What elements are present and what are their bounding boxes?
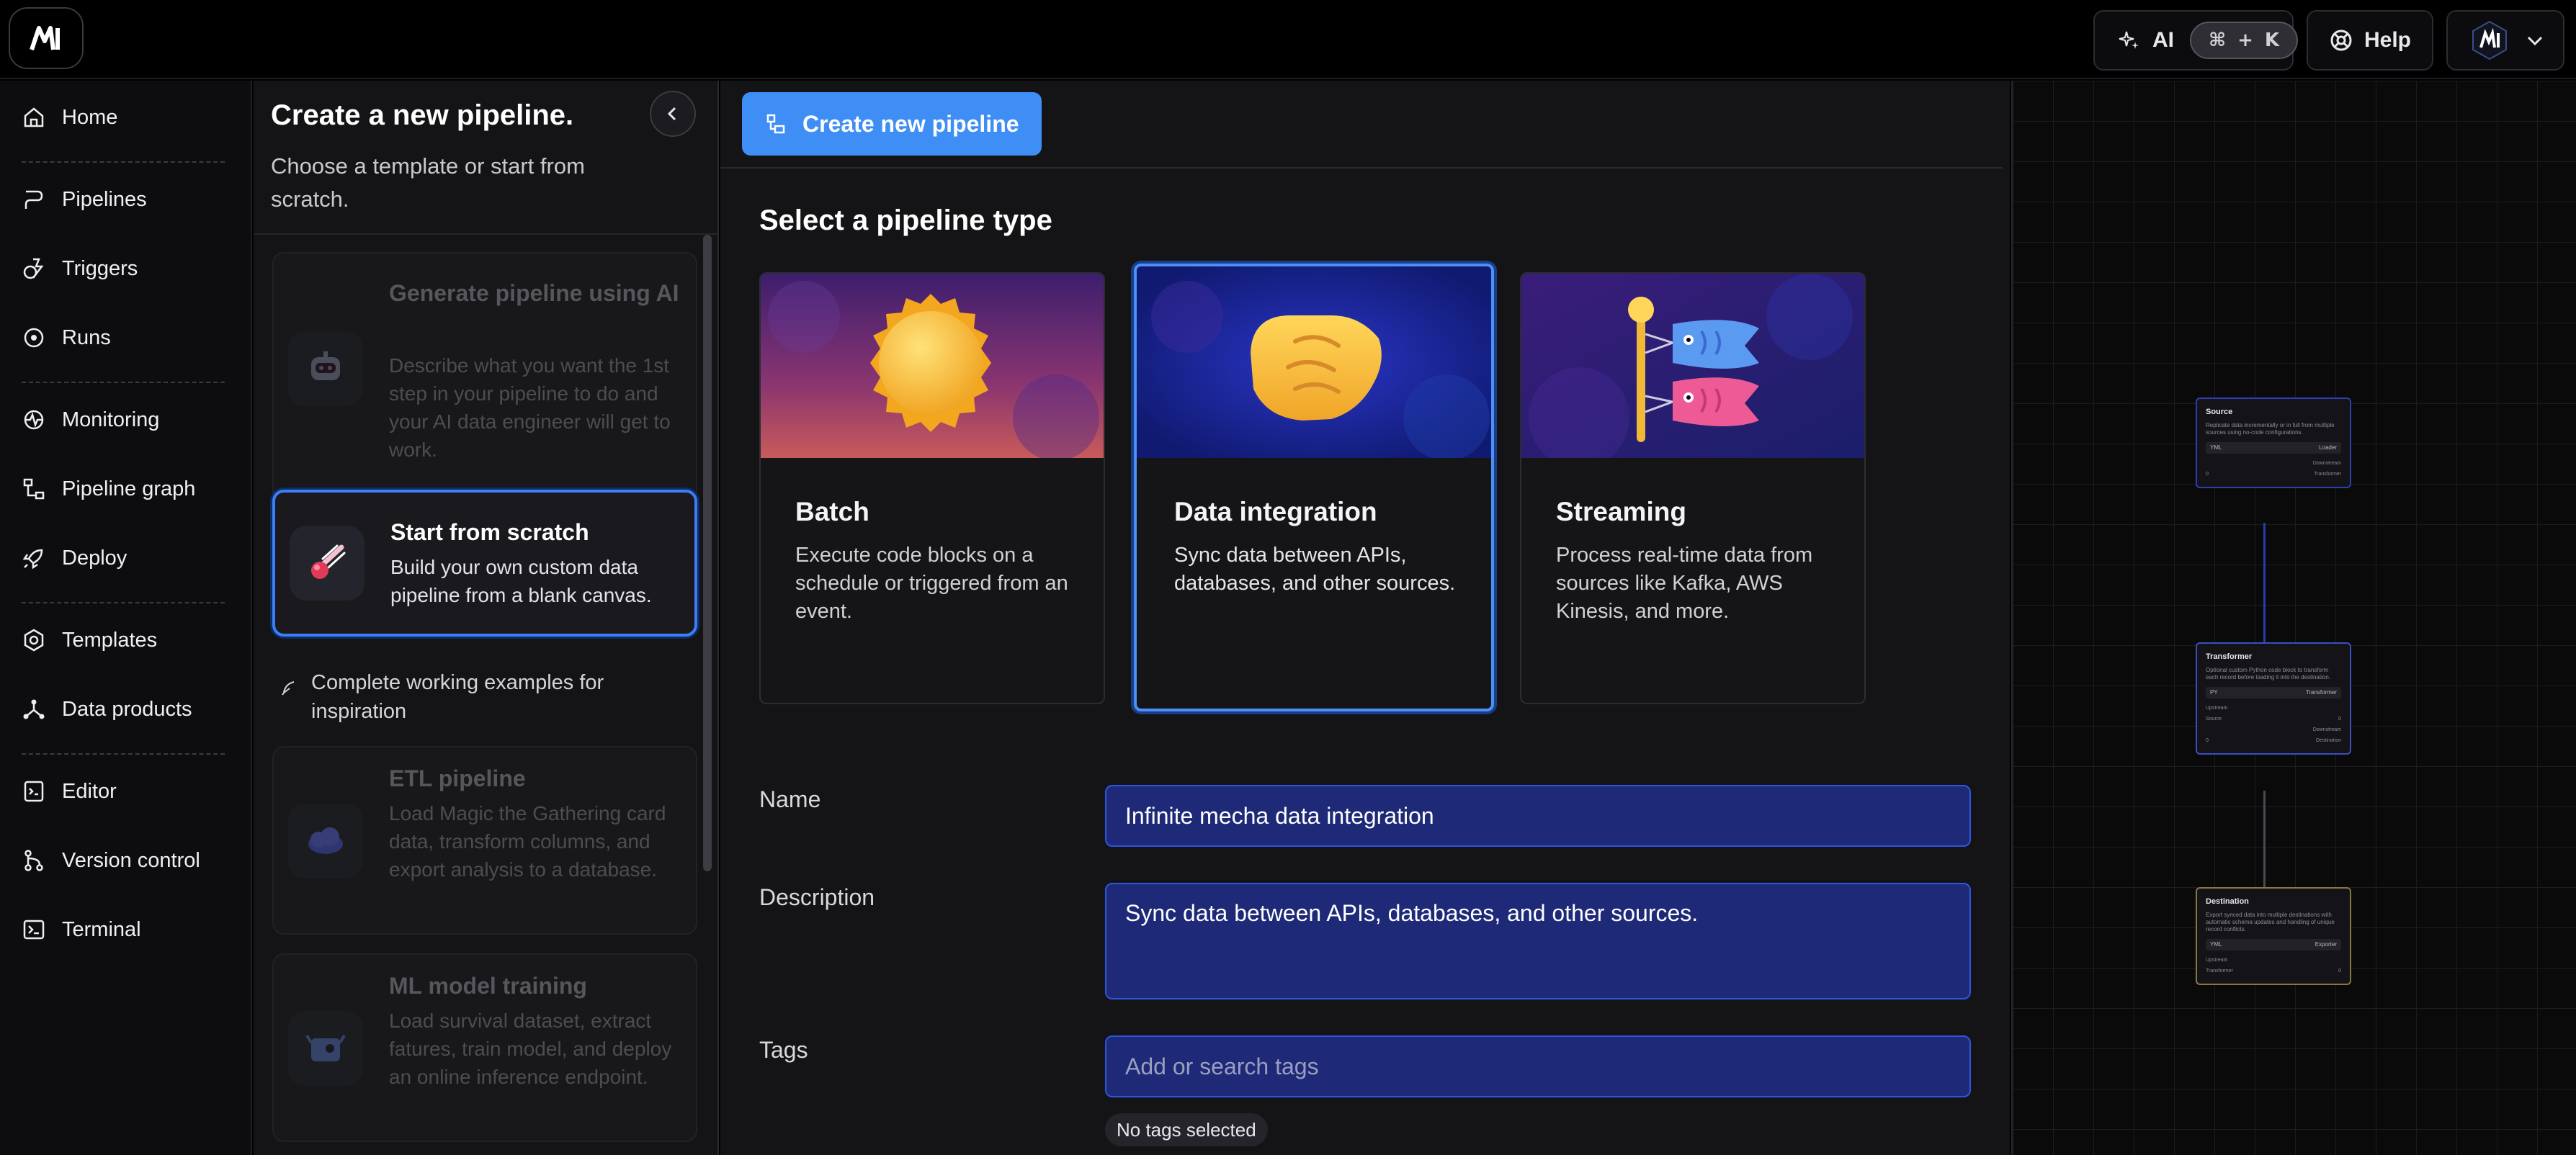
collapse-panel-button[interactable] — [650, 91, 696, 137]
rocket-icon — [22, 546, 46, 570]
template-description: Describe what you want the 1st step in y… — [389, 354, 671, 461]
nav-item-pipelines[interactable]: Pipelines — [22, 187, 147, 212]
description-input[interactable]: Sync data between APIs, databases, and o… — [1105, 883, 1971, 999]
feather-icon — [279, 668, 297, 726]
nav-divider — [22, 753, 225, 755]
template-title: Start from scratch — [390, 519, 589, 545]
robot-icon — [288, 331, 363, 406]
graph-node-source[interactable]: Source Replicate data incrementally or i… — [2196, 397, 2351, 488]
left-nav: Home Pipelines Triggers Runs Monitoring … — [0, 81, 252, 1155]
nav-item-data-products[interactable]: Data products — [22, 697, 192, 722]
version-control-icon — [22, 848, 46, 873]
pipeline-type-description: Process real-time data from sources like… — [1556, 544, 1813, 623]
panel-subtitle: Choose a template or start from scratch. — [271, 153, 585, 212]
pipeline-type-name: Data integration — [1174, 497, 1377, 526]
terminal-icon — [22, 917, 46, 942]
template-description: Build your own custom data pipeline from… — [390, 556, 652, 606]
nav-item-monitoring[interactable]: Monitoring — [22, 408, 159, 432]
nav-divider — [22, 161, 225, 163]
nav-item-runs[interactable]: Runs — [22, 325, 111, 350]
pipeline-type-batch[interactable]: Batch Execute code blocks on a schedule … — [759, 272, 1105, 704]
pipeline-type-name: Batch — [795, 497, 869, 526]
panel-title: Create a new pipeline. — [271, 99, 574, 131]
graph-node-destination[interactable]: Destination Export synced data into mult… — [2196, 887, 2351, 985]
description-label: Description — [759, 884, 875, 910]
template-description: Load Magic the Gathering card data, tran… — [389, 802, 666, 881]
help-icon — [2330, 29, 2353, 52]
nav-item-editor[interactable]: Editor — [22, 779, 117, 804]
nav-divider — [22, 382, 225, 383]
template-start-from-scratch[interactable]: Start from scratch Build your own custom… — [272, 490, 697, 637]
pipeline-blocks-icon — [765, 113, 787, 135]
no-tags-selected-badge: No tags selected — [1105, 1113, 1268, 1146]
monitoring-icon — [22, 408, 46, 432]
user-menu-button[interactable] — [2446, 10, 2564, 71]
data-products-icon — [22, 697, 46, 722]
handshake-icon — [1137, 266, 1491, 458]
template-title: ML model training — [389, 973, 587, 999]
template-etl-pipeline[interactable]: ETL pipeline Load Magic the Gathering ca… — [272, 746, 697, 935]
panel-header: Create a new pipeline. Choose a template… — [254, 81, 719, 235]
template-ml-model-training[interactable]: ML model training Load survival dataset,… — [272, 953, 697, 1142]
ai-label: AI — [2152, 28, 2174, 52]
pipeline-type-streaming[interactable]: Streaming Process real-time data from so… — [1520, 272, 1866, 704]
editor-icon — [22, 779, 46, 804]
nav-item-home[interactable]: Home — [22, 105, 117, 130]
nav-item-terminal[interactable]: Terminal — [22, 917, 141, 942]
sparkle-icon — [2118, 29, 2141, 52]
nav-item-version-control[interactable]: Version control — [22, 848, 200, 873]
examples-heading: Complete working examples for inspiratio… — [279, 668, 683, 726]
edge-transformer-destination — [2263, 791, 2266, 897]
pipeline-type-description: Sync data between APIs, databases, and o… — [1174, 544, 1456, 595]
nav-item-deploy[interactable]: Deploy — [22, 546, 127, 570]
runs-icon — [22, 325, 46, 350]
chevron-down-icon — [2526, 31, 2544, 50]
pipeline-type-name: Streaming — [1556, 497, 1686, 526]
help-label: Help — [2364, 28, 2412, 52]
select-pipeline-type-title: Select a pipeline type — [759, 205, 1052, 236]
trigger-icon — [22, 256, 46, 281]
nav-item-templates[interactable]: Templates — [22, 628, 157, 652]
tags-label: Tags — [759, 1037, 808, 1063]
koinobori-icon — [1521, 274, 1864, 458]
graph-node-transformer[interactable]: Transformer Optional custom Python code … — [2196, 642, 2351, 755]
template-title: Generate pipeline using AI — [389, 280, 679, 306]
main-content: Create new pipeline Select a pipeline ty… — [720, 81, 2010, 1155]
create-new-pipeline-button[interactable]: Create new pipeline — [742, 92, 1042, 156]
help-button[interactable]: Help — [2307, 10, 2433, 71]
comet-icon — [290, 526, 365, 601]
chevron-left-icon — [663, 104, 682, 123]
nav-item-pipeline-graph[interactable]: Pipeline graph — [22, 477, 195, 501]
ml-icon — [288, 1011, 363, 1086]
ai-button[interactable]: AI ⌘ + K — [2093, 10, 2299, 71]
template-description: Load survival dataset, extract fatures, … — [389, 1010, 672, 1088]
ai-shortcut: ⌘ + K — [2190, 22, 2299, 59]
panel-scrollbar[interactable] — [703, 235, 712, 871]
pipeline-icon — [22, 187, 46, 212]
nav-item-triggers[interactable]: Triggers — [22, 256, 138, 281]
template-title: ETL pipeline — [389, 765, 526, 791]
top-bar: AI ⌘ + K Help — [0, 0, 2576, 79]
tags-search-input[interactable]: Add or search tags — [1105, 1035, 1971, 1097]
pipeline-type-description: Execute code blocks on a schedule or tri… — [795, 544, 1068, 623]
templates-icon — [22, 628, 46, 652]
pipeline-type-data-integration[interactable]: Data integration Sync data between APIs,… — [1134, 264, 1494, 711]
sun-icon — [761, 274, 1104, 458]
mage-logo-icon[interactable] — [9, 7, 84, 69]
nav-divider — [22, 602, 225, 603]
home-icon — [22, 105, 46, 130]
pipeline-graph-preview: Source Replicate data incrementally or i… — [2011, 81, 2576, 1155]
avatar-hexagon-icon — [2469, 20, 2510, 60]
cloud-icon — [288, 804, 363, 878]
name-label: Name — [759, 786, 821, 812]
main-toolbar: Create new pipeline — [720, 81, 2003, 168]
graph-icon — [22, 477, 46, 501]
template-panel: Create a new pipeline. Choose a template… — [254, 81, 719, 1155]
name-input[interactable]: Infinite mecha data integration — [1105, 785, 1971, 847]
